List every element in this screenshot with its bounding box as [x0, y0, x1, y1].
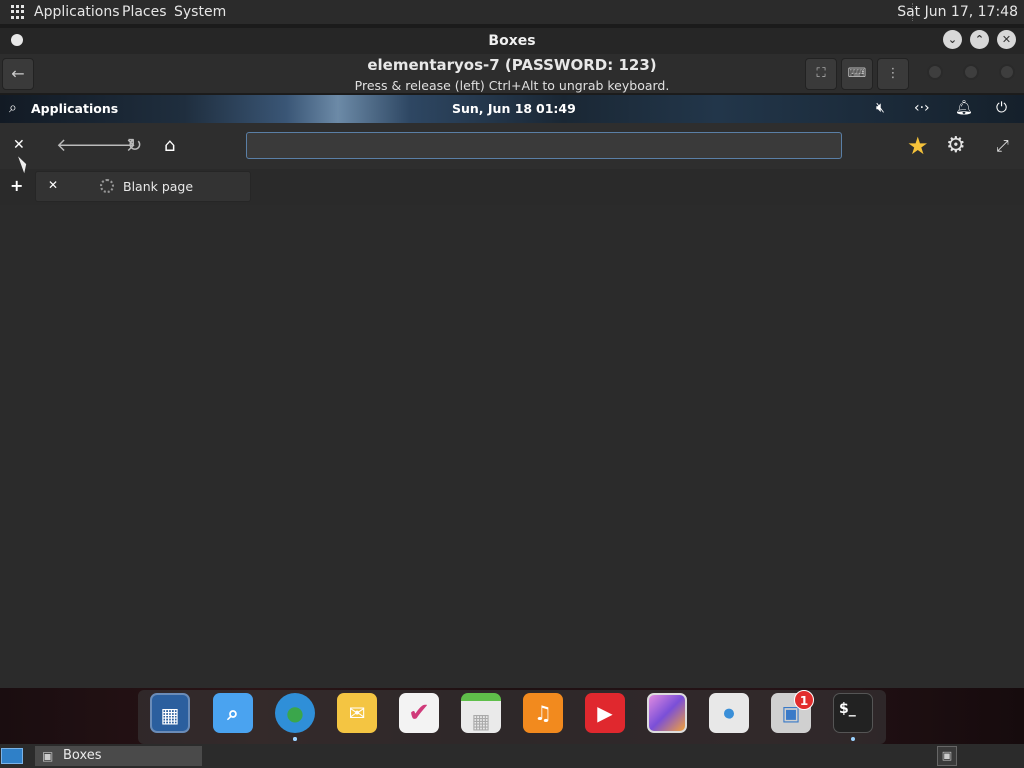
web-browser-icon[interactable]: ● [275, 693, 315, 733]
guest-date[interactable]: Sun, Jun 18 [452, 101, 532, 116]
menu-button[interactable]: ⋮ [877, 58, 909, 90]
tab-label: Blank page [123, 179, 194, 194]
menu-places[interactable]: Places [122, 4, 167, 20]
terminal-icon[interactable]: $_ [833, 693, 873, 733]
fullscreen-expand-icon[interactable]: ⤢ [996, 136, 1009, 156]
multitasking-view-icon[interactable]: ▦ [150, 693, 190, 733]
sound-muted-icon[interactable]: 🔇︎ [876, 100, 885, 116]
system-settings-icon[interactable]: ⏺ [709, 693, 749, 733]
boxes-header-bar: ← elementaryos-7 (PASSWORD: 123) Press &… [0, 54, 1024, 94]
dock: ▦ ⌕ ● ✉ ✔ ▦ ♫ ▶ ⏺ ▣ 1 $_ [138, 690, 886, 744]
inactive-control-icon [963, 64, 979, 80]
mail-icon[interactable]: ✉ [337, 693, 377, 733]
files-icon[interactable]: ⌕ [213, 693, 253, 733]
boxes-app-icon: ▣ [42, 749, 54, 763]
workspace-switcher-icon[interactable]: ▣ [937, 746, 957, 766]
loading-spinner-icon [100, 179, 114, 193]
fullscreen-icon: ⛶ [816, 66, 826, 81]
taskbar-item-boxes[interactable]: ▣ Boxes [35, 746, 202, 766]
host-taskbar: ▣ Boxes ▣ [0, 744, 1024, 768]
taskbar-item-label: Boxes [63, 748, 102, 763]
browser-toolbar: ✕ 🡐 🡒 ↻ ⌂ ★ ⚙ ⤢ [0, 123, 1024, 169]
menu-system[interactable]: System [174, 4, 226, 20]
search-icon: ⌕ [9, 100, 17, 116]
tab-bar: + ✕ Blank page [0, 169, 1024, 205]
inactive-control-icon [999, 64, 1015, 80]
close-icon[interactable]: ✕ [48, 178, 58, 192]
guest-top-panel: ⌕ Applications Sun, Jun 18 01:49 🔇︎ ‹·› … [0, 95, 1024, 123]
appcenter-badge: 1 [794, 690, 814, 710]
new-tab-button[interactable]: + [10, 176, 23, 195]
show-desktop-button[interactable] [1, 748, 23, 764]
guest-applications-menu[interactable]: Applications [31, 101, 118, 116]
keyboard-button[interactable]: ⌨ [841, 58, 873, 90]
maximize-button[interactable]: ⌃ [970, 30, 989, 49]
tasks-icon[interactable]: ✔ [399, 693, 439, 733]
window-titlebar: Boxes ⌄ ⌃ ✕ [0, 28, 1024, 54]
address-bar-input[interactable] [246, 132, 842, 159]
host-clock[interactable]: Sat Jun 17, 17:48 [897, 4, 1018, 20]
network-icon[interactable]: ‹·› [914, 100, 930, 116]
app-grid-icon[interactable] [11, 5, 25, 19]
videos-icon[interactable]: ▶ [585, 693, 625, 733]
home-icon[interactable]: ⌂ [164, 135, 175, 156]
web-content-area[interactable] [0, 205, 1024, 688]
bookmark-star-icon[interactable]: ★ [907, 132, 929, 160]
more-vertical-icon: ⋮ [886, 66, 900, 81]
minimize-button[interactable]: ⌄ [943, 30, 962, 49]
power-icon[interactable]: ⏻ [996, 100, 1007, 116]
calendar-icon[interactable]: ▦ [461, 693, 501, 733]
gear-icon[interactable]: ⚙ [946, 133, 966, 158]
music-icon[interactable]: ♫ [523, 693, 563, 733]
keyboard-icon: ⌨ [847, 66, 867, 81]
fullscreen-button[interactable]: ⛶ [805, 58, 837, 90]
notifications-icon[interactable]: 🔔︎ [955, 100, 973, 116]
reload-icon[interactable]: ↻ [127, 135, 142, 156]
running-indicator [293, 737, 297, 741]
menu-applications[interactable]: Applications [34, 4, 120, 20]
inactive-control-icon [927, 64, 943, 80]
close-button[interactable]: ✕ [997, 30, 1016, 49]
window-title: Boxes [488, 33, 536, 49]
photos-icon[interactable] [647, 693, 687, 733]
close-tab-icon[interactable]: ✕ [13, 137, 25, 153]
running-indicator [851, 737, 855, 741]
guest-time[interactable]: 01:49 [536, 101, 576, 116]
tab-blank-page[interactable]: ✕ Blank page [35, 171, 251, 202]
host-top-panel: Applications Places System Sat Jun 17, 1… [0, 0, 1024, 24]
